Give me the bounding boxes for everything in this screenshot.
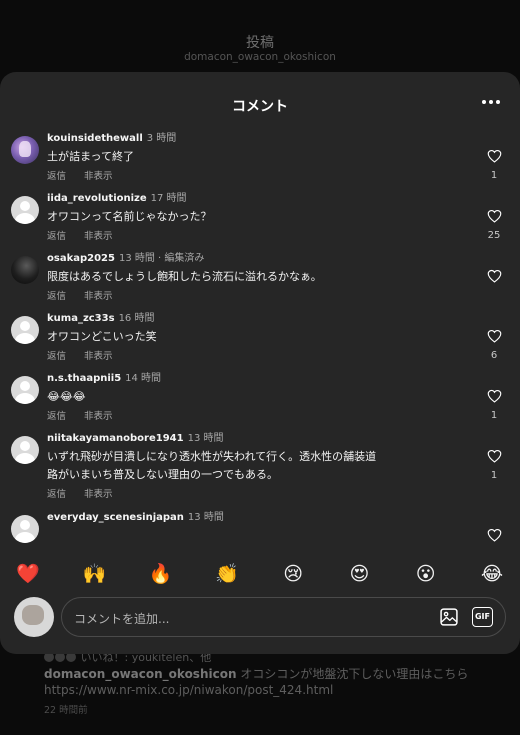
avatar[interactable] (11, 196, 39, 224)
hide-button[interactable]: 非表示 (84, 351, 113, 362)
comment-username[interactable]: n.s.thaapnii5 (47, 373, 121, 384)
reply-button[interactable]: 返信 (47, 171, 66, 182)
comment-time: 17 時間 (150, 193, 187, 204)
emoji-fire[interactable]: 🔥 (149, 560, 173, 588)
avatar[interactable] (11, 515, 39, 543)
comment-username[interactable]: everyday_scenesinjapan (47, 512, 184, 523)
image-icon[interactable] (439, 607, 459, 627)
heart-outline-icon (487, 389, 501, 403)
comment-text: 土が詰まって終了 (47, 150, 135, 163)
sheet-title: コメント (232, 99, 288, 115)
my-avatar (14, 597, 54, 637)
hide-button[interactable]: 非表示 (84, 231, 113, 242)
like-button[interactable] (486, 268, 502, 290)
emoji-heart[interactable]: ❤️ (16, 560, 40, 588)
heart-outline-icon (487, 269, 501, 283)
post-time: 22 時間前 (44, 705, 88, 716)
comment-input[interactable]: コメントを追加... GIF (61, 597, 506, 637)
reply-button[interactable]: 返信 (47, 231, 66, 242)
like-count: 6 (490, 350, 498, 361)
comment-username[interactable]: iida_revolutionize (47, 193, 147, 204)
like-button[interactable]: 1 (486, 448, 502, 481)
reply-button[interactable]: 返信 (47, 411, 66, 422)
post-title: 投稿 (246, 35, 274, 51)
comment-text: いずれ飛砂が目潰しになり透水性が失われて行く。透水性の舗装道路がいまいち普及しな… (47, 450, 377, 481)
more-options-icon[interactable] (482, 94, 500, 110)
comment-input-placeholder: コメントを追加... (74, 612, 170, 626)
comment-time: 14 時間 (125, 373, 162, 384)
avatar[interactable] (11, 436, 39, 464)
heart-outline-icon (487, 149, 501, 163)
comment-username[interactable]: kuma_zc33s (47, 313, 115, 324)
comment-text: オワコンって名前じゃなかった？ (47, 210, 212, 223)
emoji-clap[interactable]: 👏 (215, 560, 239, 588)
heart-outline-icon (487, 528, 501, 542)
hide-button[interactable]: 非表示 (84, 411, 113, 422)
like-button[interactable]: 1 (486, 148, 502, 181)
avatar[interactable] (11, 316, 39, 344)
reply-button[interactable]: 返信 (47, 291, 66, 302)
heart-outline-icon (487, 449, 501, 463)
emoji-laughing[interactable]: 😂 (480, 560, 504, 588)
post-subtitle: domacon_owacon_okoshicon (184, 51, 336, 63)
hide-button[interactable]: 非表示 (84, 489, 113, 500)
like-button[interactable]: 6 (486, 328, 502, 361)
avatar[interactable] (11, 136, 39, 164)
comments-sheet: コメント kouinsidethewall 3 時間 土が詰まって終了 返信 非表示… (0, 72, 520, 654)
comment-time: 13 時間 (187, 512, 224, 523)
comment-time: 13 時間 (187, 433, 224, 444)
heart-outline-icon (487, 329, 501, 343)
emoji-surprised[interactable]: 😮 (414, 560, 438, 588)
comment-time: 16 時間 (118, 313, 155, 324)
comment-username[interactable]: osakap2025 (47, 253, 115, 264)
comment-text: 😂😂😂 (47, 390, 86, 403)
like-count: 25 (487, 230, 501, 241)
hide-button[interactable]: 非表示 (84, 291, 113, 302)
like-button[interactable]: 1 (486, 388, 502, 421)
emoji-quick-bar: ❤️ 🙌 🔥 👏 😢 😍 😮 😂 (0, 560, 520, 588)
caption-username[interactable]: domacon_owacon_okoshicon (44, 667, 237, 681)
emoji-raised-hands[interactable]: 🙌 (82, 560, 106, 588)
like-button[interactable]: 25 (486, 208, 502, 241)
post-header: 投稿 domacon_owacon_okoshicon (0, 0, 520, 75)
like-count: 1 (490, 470, 498, 481)
reply-button[interactable]: 返信 (47, 489, 66, 500)
comment-time: 13 時間 · 編集済み (118, 253, 205, 264)
comment-username[interactable]: niitakayamanobore1941 (47, 433, 184, 444)
like-count: 1 (490, 410, 498, 421)
comment-username[interactable]: kouinsidethewall (47, 133, 143, 144)
comment-composer: コメントを追加... GIF (0, 596, 520, 642)
gif-icon[interactable]: GIF (472, 607, 493, 627)
hide-button[interactable]: 非表示 (84, 171, 113, 182)
like-count: 1 (490, 170, 498, 181)
avatar[interactable] (11, 376, 39, 404)
heart-outline-icon (487, 209, 501, 223)
reply-button[interactable]: 返信 (47, 351, 66, 362)
comment-text: 限度はあるでしょうし飽和したら流石に溢れるかなぁ。 (47, 270, 322, 283)
avatar[interactable] (11, 256, 39, 284)
like-button[interactable] (486, 527, 502, 546)
post-footer: いいね！: youkitelen、他 domacon_owacon_okoshi… (0, 651, 520, 735)
emoji-crying[interactable]: 😢 (281, 560, 305, 588)
comment-time: 3 時間 (146, 133, 177, 144)
comment-text: オワコンどこいった笑 (47, 330, 157, 343)
emoji-heart-eyes[interactable]: 😍 (347, 560, 371, 588)
post-caption: domacon_owacon_okoshicon オコシコンが地盤沈下しない理由… (44, 666, 494, 698)
comment-list[interactable]: kouinsidethewall 3 時間 土が詰まって終了 返信 非表示 1 ii… (0, 130, 520, 550)
